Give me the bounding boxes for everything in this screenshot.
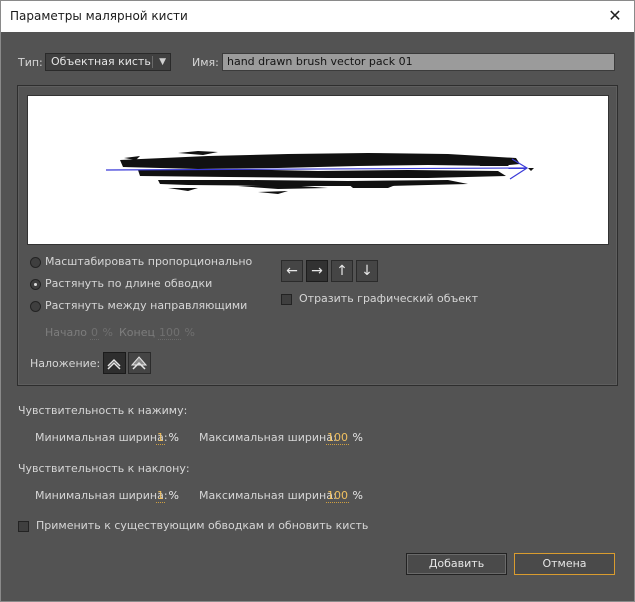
overlap-no-adjust-icon [130,356,148,370]
close-icon[interactable]: ✕ [604,6,626,26]
pressure-min-field[interactable]: 1 % [156,431,179,445]
pressure-max-field[interactable]: 100 % [326,431,363,445]
brush-stroke-graphic [105,151,534,194]
pressure-max-label: Максимальная ширина: [199,431,337,444]
tilt-max-field[interactable]: 100 % [326,489,363,503]
tilt-min-field[interactable]: 1 % [156,489,179,503]
arrow-down-icon: ↓ [361,263,373,279]
options-panel: Масштабировать пропорционально Растянуть… [17,85,618,386]
arrow-left-icon: ← [286,263,298,279]
add-button[interactable]: Добавить [406,553,507,575]
overlap-adjust-button[interactable] [103,352,126,374]
arrow-right-icon: → [311,263,323,279]
direction-left-button[interactable]: ← [281,260,303,282]
tilt-min-label: Минимальная ширина: [35,489,168,502]
overlap-adjust-icon [107,358,121,370]
guide-end-field[interactable]: 100 % [158,326,195,340]
pressure-title: Чувствительность к нажиму: [18,404,188,417]
type-select-value: Объектная кисть [51,55,151,68]
radio-stretch-to-stroke-label: Растянуть по длине обводки [45,277,213,290]
title-bar: Параметры малярной кисти ✕ [1,1,634,32]
arrow-up-icon: ↑ [336,263,348,279]
dialog-title: Параметры малярной кисти [10,9,188,23]
dialog-body: Тип: Объектная кисть ▼ Имя: hand drawn b… [1,32,634,601]
apply-label: Применить к существующим обводкам и обно… [36,519,369,532]
radio-stretch-between-guides-label: Растянуть между направляющими [45,299,248,312]
tilt-title: Чувствительность к наклону: [18,462,190,475]
radio-stretch-to-stroke[interactable] [30,279,41,290]
name-label: Имя: [192,56,219,69]
overlap-no-adjust-button[interactable] [128,352,151,374]
type-select[interactable]: Объектная кисть ▼ [45,53,171,71]
brush-preview [27,95,609,245]
tilt-max-label: Максимальная ширина: [199,489,337,502]
flip-label: Отразить графический объект [299,292,479,305]
overlap-label: Наложение: [30,357,101,370]
radio-scale-proportionally[interactable] [30,257,41,268]
pressure-min-label: Минимальная ширина: [35,431,168,444]
apply-checkbox[interactable] [18,521,29,532]
guide-start-field[interactable]: 0 % [90,326,113,340]
brush-options-dialog: Параметры малярной кисти ✕ Тип: Объектна… [0,0,635,602]
radio-scale-proportionally-label: Масштабировать пропорционально [45,255,253,268]
guide-start-label: Начало [45,326,88,339]
name-input[interactable]: hand drawn brush vector pack 01 [222,53,615,71]
cancel-button[interactable]: Отмена [514,553,615,575]
chevron-down-icon: ▼ [159,57,166,67]
direction-down-button[interactable]: ↓ [356,260,378,282]
direction-right-button[interactable]: → [306,260,328,282]
flip-checkbox[interactable] [281,294,292,305]
direction-up-button[interactable]: ↑ [331,260,353,282]
radio-stretch-between-guides[interactable] [30,301,41,312]
type-label: Тип: [18,56,43,69]
guide-end-label: Конец [119,326,155,339]
